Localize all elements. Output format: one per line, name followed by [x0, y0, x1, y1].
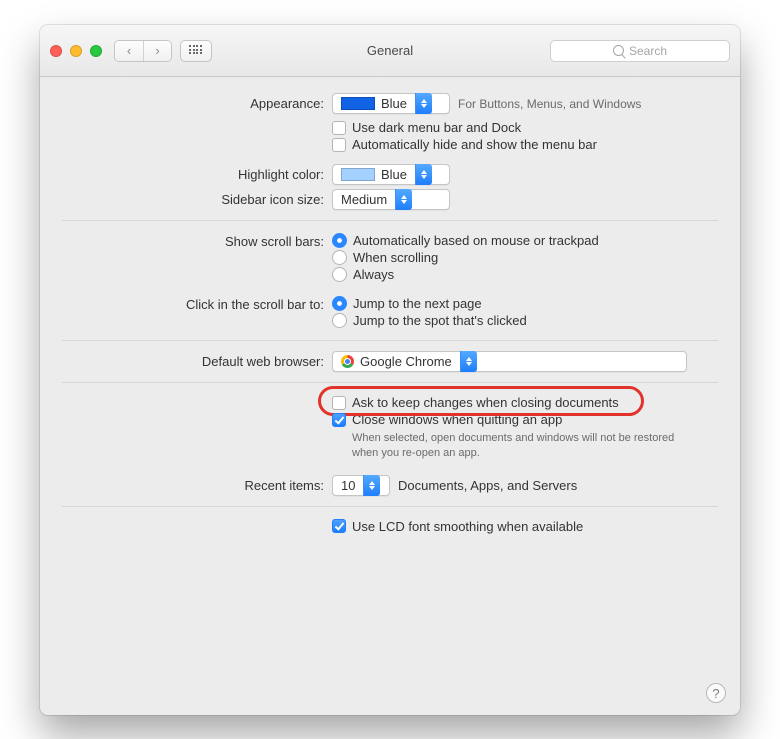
- dark-menu-checkbox[interactable]: [332, 121, 346, 135]
- content-area: Appearance: Blue For Buttons, Menus, and…: [40, 77, 740, 554]
- highlight-label: Highlight color:: [62, 164, 332, 182]
- nav-segmented: ‹ ›: [114, 40, 172, 62]
- divider: [62, 340, 718, 341]
- click-scroll-label: Click in the scroll bar to:: [62, 294, 332, 312]
- close-windows-checkbox[interactable]: [332, 413, 346, 427]
- autohide-menubar-checkbox[interactable]: [332, 138, 346, 152]
- scroll-always-radio[interactable]: [332, 267, 347, 282]
- appearance-popup[interactable]: Blue: [332, 93, 450, 114]
- ask-keep-changes-label: Ask to keep changes when closing documen…: [352, 395, 619, 410]
- window-controls: [50, 45, 102, 57]
- show-all-button[interactable]: [180, 40, 212, 62]
- jump-spot-radio[interactable]: [332, 313, 347, 328]
- lcd-smoothing-checkbox[interactable]: [332, 519, 346, 533]
- divider: [62, 506, 718, 507]
- search-field[interactable]: Search: [550, 40, 730, 62]
- jump-next-radio[interactable]: [332, 296, 347, 311]
- popup-arrows-icon: [415, 93, 432, 114]
- minimize-button[interactable]: [70, 45, 82, 57]
- browser-popup[interactable]: Google Chrome: [332, 351, 687, 372]
- forward-button[interactable]: ›: [143, 41, 171, 61]
- color-swatch-icon: [341, 97, 375, 110]
- sidebar-size-popup[interactable]: Medium: [332, 189, 450, 210]
- grid-icon: [189, 45, 203, 56]
- appearance-hint: For Buttons, Menus, and Windows: [458, 97, 641, 111]
- titlebar: ‹ › General Search: [40, 25, 740, 77]
- popup-arrows-icon: [395, 189, 412, 210]
- highlight-popup[interactable]: Blue: [332, 164, 450, 185]
- popup-arrows-icon: [415, 164, 432, 185]
- preferences-window: ‹ › General Search Appearance: Blue For …: [40, 25, 740, 715]
- sidebar-size-label: Sidebar icon size:: [62, 189, 332, 207]
- browser-label: Default web browser:: [62, 351, 332, 369]
- help-button[interactable]: ?: [706, 683, 726, 703]
- autohide-menubar-label: Automatically hide and show the menu bar: [352, 137, 597, 152]
- appearance-label: Appearance:: [62, 93, 332, 111]
- recent-items-popup[interactable]: 10: [332, 475, 390, 496]
- search-placeholder: Search: [629, 44, 667, 58]
- popup-arrows-icon: [363, 475, 380, 496]
- recent-items-label: Recent items:: [62, 475, 332, 493]
- popup-arrows-icon: [460, 351, 477, 372]
- zoom-button[interactable]: [90, 45, 102, 57]
- back-button[interactable]: ‹: [115, 41, 143, 61]
- color-swatch-icon: [341, 168, 375, 181]
- dark-menu-label: Use dark menu bar and Dock: [352, 120, 521, 135]
- lcd-smoothing-label: Use LCD font smoothing when available: [352, 519, 583, 534]
- chrome-icon: [341, 355, 354, 368]
- recent-items-suffix: Documents, Apps, and Servers: [398, 478, 577, 493]
- scroll-when-radio[interactable]: [332, 250, 347, 265]
- divider: [62, 220, 718, 221]
- search-icon: [613, 45, 624, 56]
- divider: [62, 382, 718, 383]
- close-button[interactable]: [50, 45, 62, 57]
- scrollbars-label: Show scroll bars:: [62, 231, 332, 249]
- scroll-auto-radio[interactable]: [332, 233, 347, 248]
- close-windows-hint: When selected, open documents and window…: [352, 431, 692, 461]
- ask-keep-changes-checkbox[interactable]: [332, 396, 346, 410]
- close-windows-label: Close windows when quitting an app: [352, 412, 562, 427]
